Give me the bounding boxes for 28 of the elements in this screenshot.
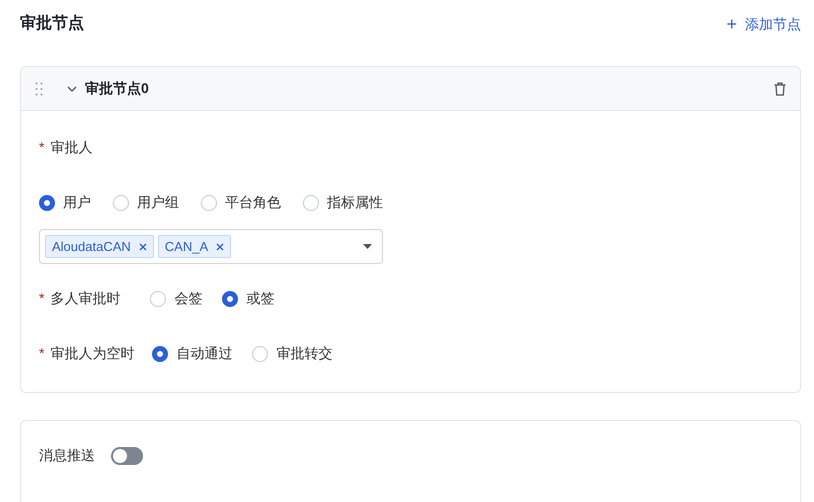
delete-icon[interactable] [774, 82, 786, 96]
radio-option[interactable]: 指标属性 [303, 192, 383, 213]
radio-option[interactable]: 审批转交 [252, 343, 332, 364]
required-icon: * [39, 137, 44, 158]
required-icon: * [39, 288, 44, 309]
field-label: 多人审批时 [50, 289, 120, 308]
radio-option[interactable]: 或签 [222, 288, 274, 309]
user-tag: AloudataCAN [45, 234, 154, 258]
toggle-switch[interactable] [111, 446, 143, 464]
section-title: 审批节点 [20, 13, 84, 34]
dropdown-caret-icon [363, 244, 372, 249]
radio-option[interactable]: 平台角色 [201, 192, 281, 213]
add-node-button[interactable]: + 添加节点 [726, 14, 801, 34]
node-title: 审批节点0 [85, 79, 149, 98]
chevron-icon[interactable] [67, 86, 77, 92]
radio-option[interactable]: 自动通过 [152, 343, 232, 364]
drag-handle-icon[interactable] [35, 82, 43, 96]
close-icon[interactable] [138, 242, 147, 250]
field-label: 审批人 [50, 138, 92, 157]
user-tag: CAN_A [158, 234, 232, 258]
radio-option[interactable]: 会签 [150, 288, 202, 309]
field-label: 消息推送 [39, 446, 95, 465]
radio-option[interactable]: 用户组 [113, 192, 179, 213]
radio-option[interactable]: 用户 [39, 192, 91, 213]
required-icon: * [39, 343, 44, 364]
user-select[interactable]: AloudataCAN CAN_A [39, 229, 383, 264]
field-label: 审批人为空时 [50, 344, 134, 363]
close-icon[interactable] [216, 242, 224, 250]
